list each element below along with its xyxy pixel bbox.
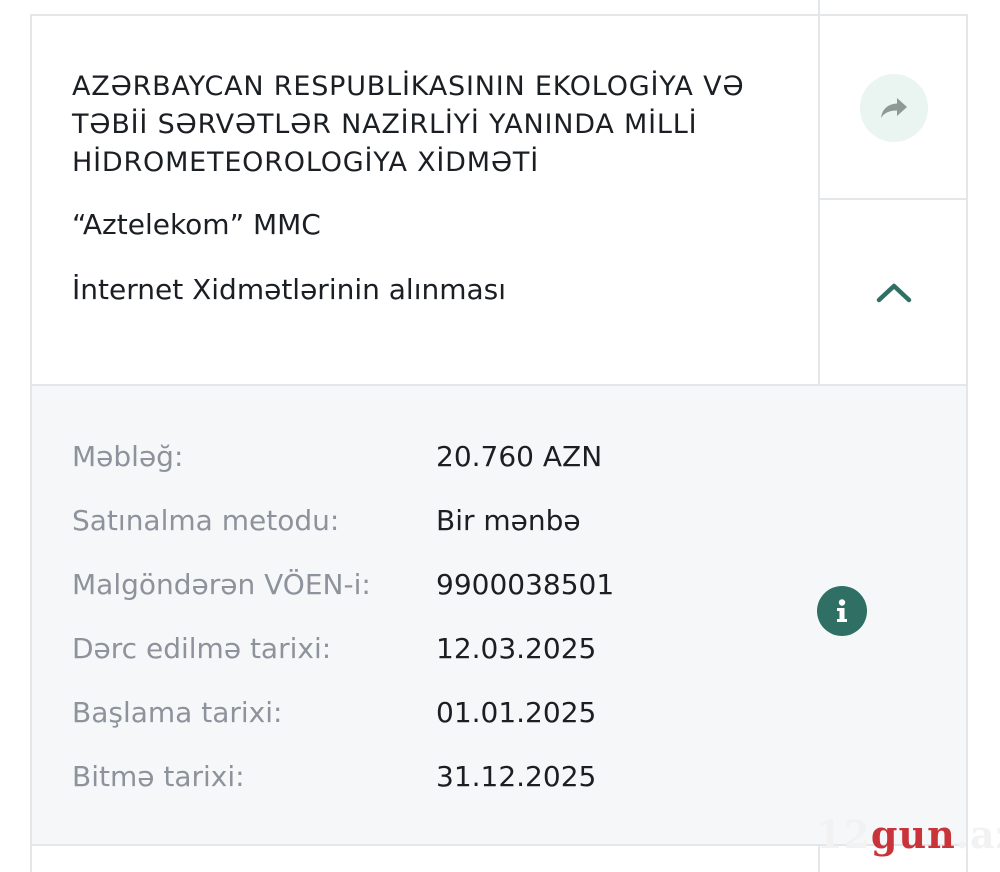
previous-row-divider [818,0,820,14]
supplier-name: “Aztelekom” MMC [72,208,321,241]
detail-value: 20.760 AZN [436,439,603,473]
watermark-domain: .az [955,812,1000,857]
info-button[interactable] [817,586,867,636]
collapse-button[interactable] [820,200,968,384]
chevron-up-icon [876,283,912,303]
detail-row-amount: Məbləğ: 20.760 AZN [72,436,602,476]
info-icon [837,599,847,622]
share-button[interactable] [860,74,928,142]
organization-title: AZƏRBAYCAN RESPUBLİKASININ EKOLOGİYA VƏ … [72,71,745,178]
detail-row-method: Satınalma metodu: Bir mənbə [72,500,581,540]
detail-value: 01.01.2025 [436,695,597,729]
detail-row-published-date: Dərc edilmə tarixi: 12.03.2025 [72,628,596,668]
detail-label: Məbləğ: [72,439,184,473]
detail-label: Malgöndərən VÖEN-i: [72,567,371,601]
detail-label: Satınalma metodu: [72,503,340,537]
detail-label: Başlama tarixi: [72,695,283,729]
detail-value: 9900038501 [436,567,615,601]
share-forward-icon [881,98,907,118]
detail-value: Bir mənbə [436,503,581,537]
detail-label: Bitmə tarixi: [72,759,245,793]
detail-row-start-date: Başlama tarixi: 01.01.2025 [72,692,596,732]
procurement-details: Məbləğ: 20.760 AZN Satınalma metodu: Bir… [32,386,966,846]
procurement-subject: İnternet Xidmətlərinin alınması [72,273,507,306]
watermark-number: 12 [816,812,871,857]
watermark-logo: 12gun.az [816,812,1000,857]
detail-label: Dərc edilmə tarixi: [72,631,332,665]
procurement-list: AZƏRBAYCAN RESPUBLİKASININ EKOLOGİYA VƏ … [0,0,1000,872]
detail-row-end-date: Bitmə tarixi: 31.12.2025 [72,756,596,796]
detail-value: 12.03.2025 [436,631,597,665]
watermark-word: gun [870,812,956,857]
detail-row-tax-id: Malgöndərən VÖEN-i: 9900038501 [72,564,614,604]
procurement-summary-row: AZƏRBAYCAN RESPUBLİKASININ EKOLOGİYA VƏ … [30,16,968,386]
detail-value: 31.12.2025 [436,759,597,793]
